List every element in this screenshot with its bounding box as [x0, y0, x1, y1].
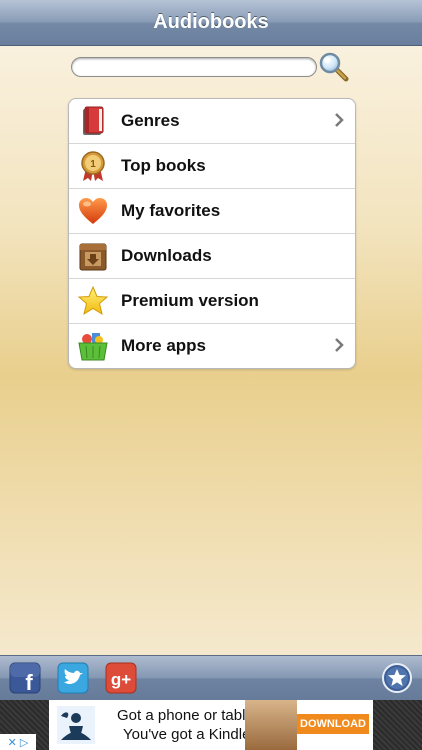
- menu-item-label: Top books: [121, 156, 206, 175]
- nav-title: Audiobooks: [153, 11, 269, 33]
- google-plus-text: g+: [111, 670, 131, 689]
- search-input[interactable]: [71, 57, 317, 77]
- reader-icon: [57, 706, 95, 744]
- heart-icon: [77, 195, 109, 227]
- menu-item-downloads[interactable]: Downloads: [69, 234, 355, 279]
- ad-download-button[interactable]: DOWNLOAD: [297, 714, 369, 734]
- bottom-toolbar: f g+: [0, 655, 422, 700]
- search-row: [0, 50, 422, 84]
- menu-item-label: Genres: [121, 111, 180, 130]
- nav-bar: Audiobooks: [0, 0, 422, 46]
- adchoices-icon[interactable]: ✕ ▷: [0, 734, 36, 750]
- ad-photo: [245, 700, 297, 750]
- google-plus-icon[interactable]: g+: [105, 662, 137, 694]
- twitter-icon[interactable]: [57, 662, 89, 694]
- main-menu: Genres 1 Top books My favorites Download…: [68, 98, 356, 369]
- chevron-right-icon: [333, 337, 345, 353]
- menu-item-premium-version[interactable]: Premium version: [69, 279, 355, 324]
- menu-item-label: Premium version: [121, 291, 259, 310]
- magnifier-icon[interactable]: [318, 51, 350, 83]
- favorites-star-icon[interactable]: [381, 662, 413, 694]
- star-icon: [77, 285, 109, 317]
- download-box-icon: [77, 240, 109, 272]
- menu-item-genres[interactable]: Genres: [69, 99, 355, 144]
- shopping-basket-icon: [77, 330, 109, 362]
- book-icon: [77, 105, 109, 137]
- menu-item-my-favorites[interactable]: My favorites: [69, 189, 355, 234]
- menu-item-label: My favorites: [121, 201, 221, 220]
- medal-icon: 1: [77, 150, 109, 182]
- facebook-icon[interactable]: f: [9, 662, 41, 695]
- menu-item-label: Downloads: [121, 246, 212, 265]
- ad-headline: Got a phone or tablet?: [117, 707, 267, 724]
- menu-item-label: More apps: [121, 336, 207, 355]
- chevron-right-icon: [333, 112, 345, 128]
- kindle-ad-banner[interactable]: Got a phone or tablet? You've got a Kind…: [49, 700, 373, 750]
- svg-text:1: 1: [90, 159, 96, 170]
- menu-item-more-apps[interactable]: More apps: [69, 324, 355, 368]
- menu-item-top-books[interactable]: 1 Top books: [69, 144, 355, 189]
- ad-subline: You've got a Kindle.: [123, 726, 255, 743]
- ad-bar: Got a phone or tablet? You've got a Kind…: [0, 700, 422, 750]
- facebook-letter: f: [25, 670, 33, 694]
